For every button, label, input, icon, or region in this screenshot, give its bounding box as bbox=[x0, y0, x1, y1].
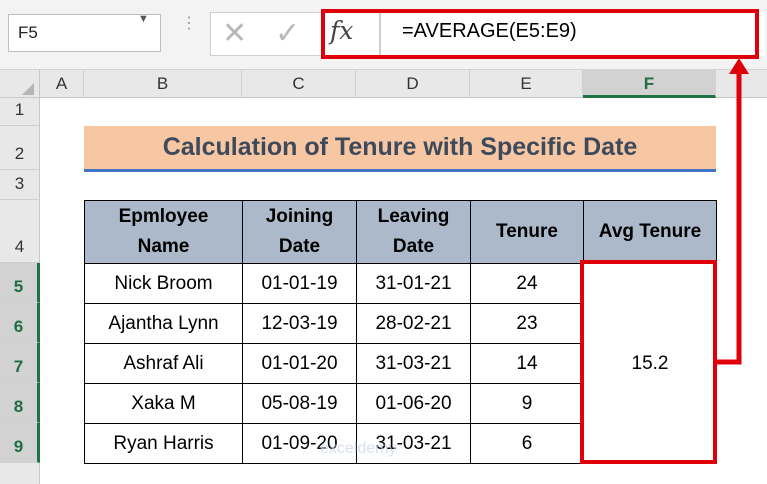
annotation-arrow-line bbox=[717, 70, 742, 365]
annotation-arrow bbox=[717, 58, 749, 365]
arrow-head-icon bbox=[729, 58, 749, 74]
